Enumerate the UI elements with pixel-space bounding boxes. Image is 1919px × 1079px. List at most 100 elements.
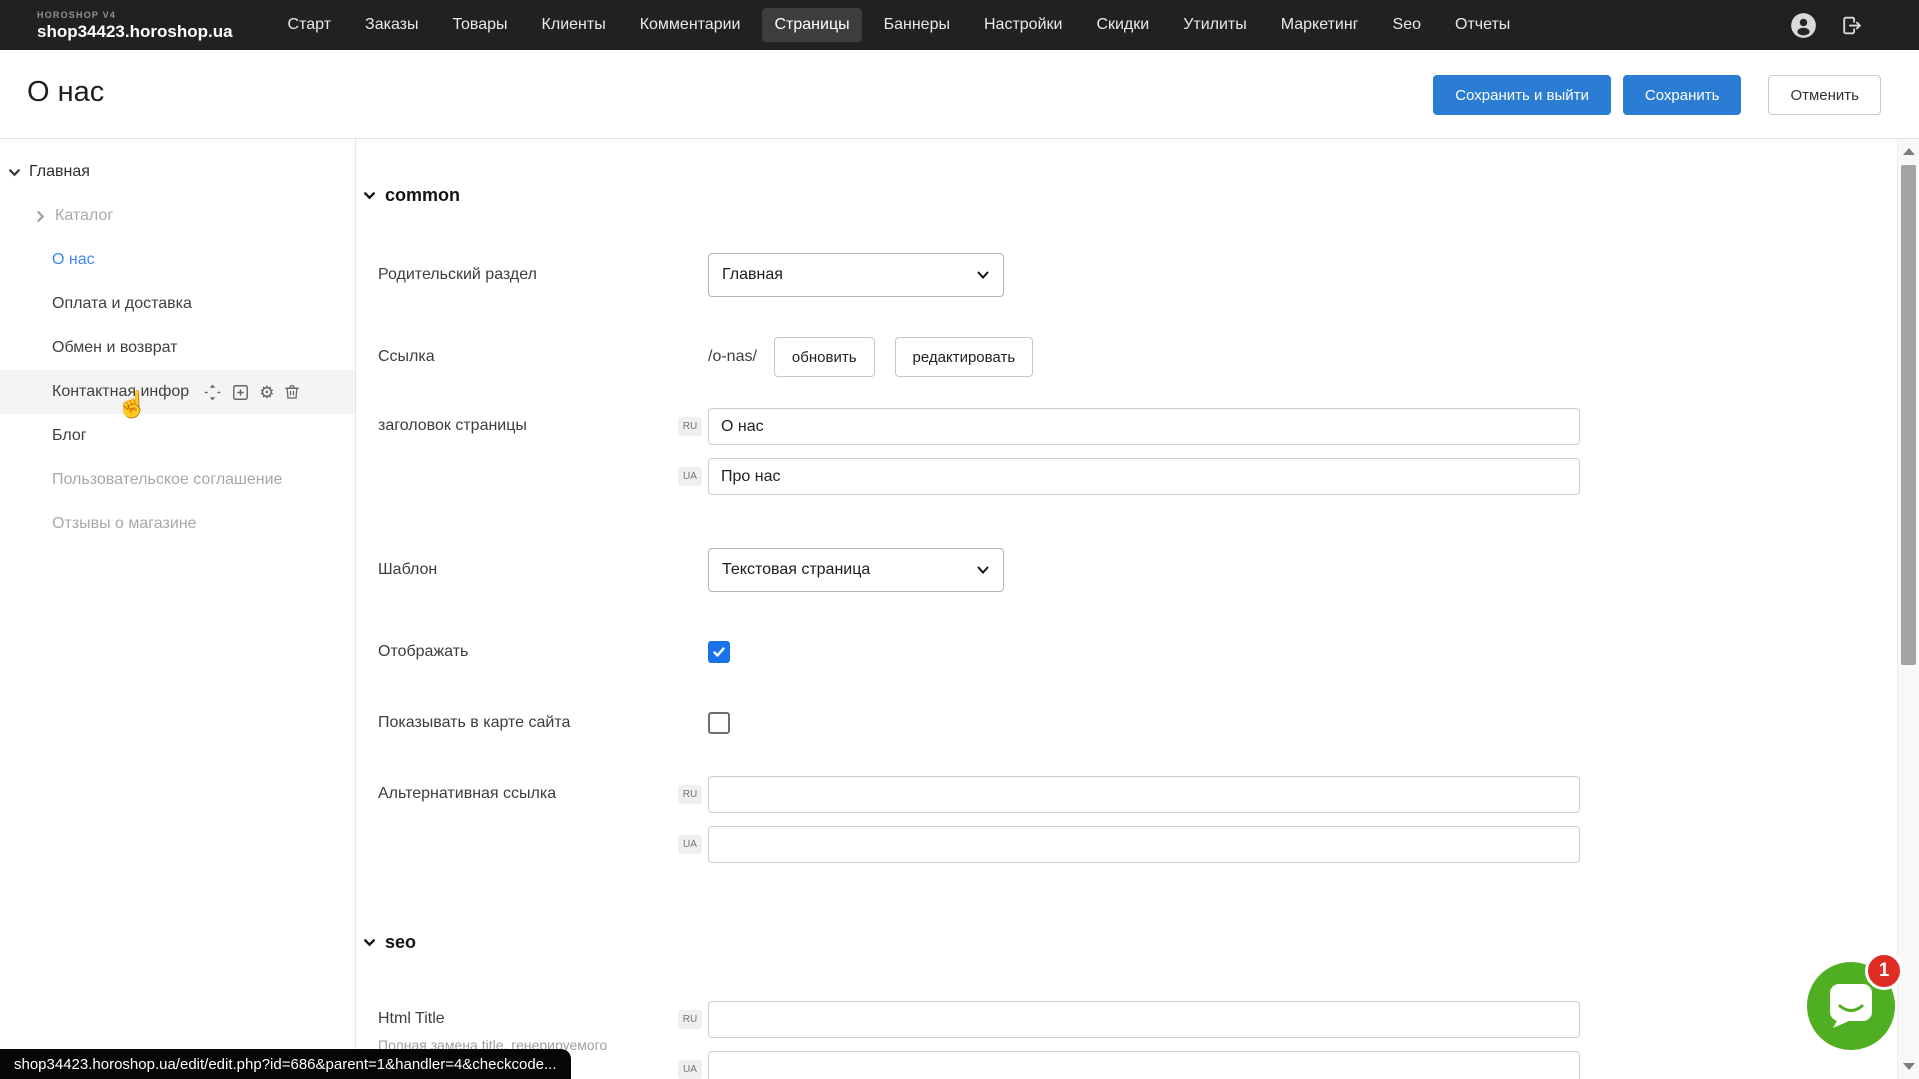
- nav-reports[interactable]: Отчеты: [1443, 8, 1522, 42]
- link-preview-statusbar: shop34423.horoshop.ua/edit/edit.php?id=6…: [0, 1049, 571, 1079]
- nav-utilities[interactable]: Утилиты: [1171, 8, 1259, 42]
- chevron-down-icon: [363, 936, 376, 949]
- lang-badge-ua: UA: [678, 1060, 702, 1079]
- tree-item-tools: ⚙: [203, 383, 301, 402]
- link-row: Ссылка /o-nas/ обновить редактировать: [378, 337, 1033, 377]
- save-button[interactable]: Сохранить: [1623, 75, 1742, 115]
- alt-link-input-ru[interactable]: [708, 776, 1580, 813]
- link-value: /o-nas/: [708, 348, 757, 366]
- alt-link-fields: RU UA: [678, 776, 1580, 863]
- nav-orders[interactable]: Заказы: [353, 8, 430, 42]
- link-edit-button[interactable]: редактировать: [895, 337, 1034, 377]
- parent-section-value: Главная: [722, 266, 783, 284]
- template-select[interactable]: Текстовая страница: [708, 548, 1004, 592]
- brand-domain: shop34423.horoshop.ua: [37, 23, 233, 40]
- sidebar-item-label: Блог: [52, 427, 87, 445]
- save-and-exit-button[interactable]: Сохранить и выйти: [1433, 75, 1611, 115]
- html-title-label: Html Title: [378, 1010, 678, 1028]
- sidebar-item-contact-info[interactable]: Контактная инфор ⚙: [0, 370, 355, 414]
- display-label: Отображать: [378, 643, 678, 661]
- scroll-up-arrow[interactable]: [1903, 148, 1915, 155]
- parent-section-select[interactable]: Главная: [708, 253, 1004, 297]
- chevron-down-icon: [363, 189, 376, 202]
- page-title: О нас: [27, 76, 104, 109]
- sitemap-checkbox[interactable]: [708, 712, 730, 734]
- chevron-right-icon: [34, 210, 47, 223]
- nav-banners[interactable]: Баннеры: [872, 8, 962, 42]
- nav-products[interactable]: Товары: [441, 8, 520, 42]
- page-title-ua-pair: UA: [678, 458, 1580, 495]
- link-refresh-button[interactable]: обновить: [774, 337, 875, 377]
- nav-settings[interactable]: Настройки: [972, 8, 1074, 42]
- parent-section-row: Родительский раздел Главная: [378, 253, 1004, 297]
- sidebar-item-payment-delivery[interactable]: Оплата и доставка: [0, 282, 355, 326]
- nav-start[interactable]: Старт: [276, 8, 343, 42]
- sidebar-item-label: Пользовательское соглашение: [52, 471, 282, 489]
- lang-badge-ua: UA: [678, 835, 702, 854]
- parent-section-label: Родительский раздел: [378, 266, 678, 284]
- settings-icon[interactable]: ⚙: [259, 384, 274, 401]
- page-edit-form: common Родительский раздел Главная Ссылк…: [356, 139, 1896, 1079]
- alt-link-input-ua[interactable]: [708, 826, 1580, 863]
- alt-link-label: Альтернативная ссылка: [378, 776, 678, 803]
- sidebar-item-user-agreement[interactable]: Пользовательское соглашение: [0, 458, 355, 502]
- nav-discounts[interactable]: Скидки: [1084, 8, 1161, 42]
- sitemap-label: Показывать в карте сайта: [378, 714, 678, 732]
- page-title-row: заголовок страницы RU UA: [378, 408, 1580, 495]
- template-row: Шаблон Текстовая страница: [378, 548, 1004, 592]
- template-value: Текстовая страница: [722, 561, 870, 579]
- vertical-scrollbar: [1897, 139, 1919, 1079]
- chat-widget-button[interactable]: 1: [1807, 962, 1895, 1050]
- brand-version: HOROSHOP V4: [37, 11, 233, 20]
- template-label: Шаблон: [378, 561, 678, 579]
- sidebar-item-home[interactable]: Главная: [0, 150, 355, 194]
- html-title-input-ua[interactable]: [708, 1051, 1580, 1079]
- sidebar-item-catalog[interactable]: Каталог: [0, 194, 355, 238]
- delete-icon[interactable]: [283, 383, 301, 401]
- pages-tree-sidebar: Главная Каталог О нас Оплата и доставка …: [0, 139, 356, 1079]
- sidebar-item-blog[interactable]: Блог: [0, 414, 355, 458]
- display-checkbox[interactable]: [708, 641, 730, 663]
- alt-link-row: Альтернативная ссылка RU UA: [378, 776, 1580, 863]
- move-icon[interactable]: [203, 383, 222, 402]
- chevron-down-icon: [976, 268, 990, 282]
- lang-badge-ru: RU: [678, 417, 702, 436]
- checkmark-icon: [712, 645, 726, 659]
- sidebar-item-exchange-return[interactable]: Обмен и возврат: [0, 326, 355, 370]
- sidebar-item-label: Обмен и возврат: [52, 339, 177, 357]
- nav-clients[interactable]: Клиенты: [530, 8, 618, 42]
- section-common-toggle[interactable]: common: [363, 185, 460, 206]
- section-seo-toggle[interactable]: seo: [363, 932, 416, 953]
- nav-seo[interactable]: Seo: [1381, 8, 1433, 42]
- html-title-fields: RU UA: [678, 1001, 1580, 1079]
- sidebar-item-label: Главная: [29, 163, 90, 181]
- page-title-input-ua[interactable]: [708, 458, 1580, 495]
- nav-comments[interactable]: Комментарии: [628, 8, 753, 42]
- nav-pages[interactable]: Страницы: [762, 8, 861, 42]
- html-title-input-ru[interactable]: [708, 1001, 1580, 1038]
- alt-link-ru-pair: RU: [678, 776, 1580, 813]
- sidebar-item-store-reviews[interactable]: Отзывы о магазине: [0, 502, 355, 546]
- sidebar-item-about[interactable]: О нас: [0, 238, 355, 282]
- cancel-button[interactable]: Отменить: [1768, 75, 1881, 115]
- page-title-ru-pair: RU: [678, 408, 1580, 445]
- html-title-label-stack: Html Title Полная замена title, генериру…: [378, 1001, 678, 1053]
- chat-bubble-icon: [1825, 981, 1877, 1031]
- sitemap-row: Показывать в карте сайта: [378, 711, 730, 735]
- add-icon[interactable]: [231, 383, 250, 402]
- page-title-input-ru[interactable]: [708, 408, 1580, 445]
- scrollbar-thumb[interactable]: [1901, 165, 1916, 665]
- logout-icon[interactable]: [1839, 13, 1864, 38]
- scroll-down-arrow[interactable]: [1903, 1063, 1915, 1070]
- nav-marketing[interactable]: Маркетинг: [1269, 8, 1371, 42]
- lang-badge-ua: UA: [678, 467, 702, 486]
- statusbar-url: shop34423.horoshop.ua/edit/edit.php?id=6…: [14, 1056, 557, 1073]
- html-title-ru-pair: RU: [678, 1001, 1580, 1038]
- user-circle-icon[interactable]: [1790, 12, 1817, 39]
- section-seo-title: seo: [385, 932, 416, 953]
- sidebar-item-label: О нас: [52, 251, 95, 269]
- brand-logo[interactable]: HOROSHOP V4 shop34423.horoshop.ua: [37, 11, 233, 40]
- link-label: Ссылка: [378, 348, 678, 366]
- chevron-down-icon: [976, 563, 990, 577]
- section-common-title: common: [385, 185, 460, 206]
